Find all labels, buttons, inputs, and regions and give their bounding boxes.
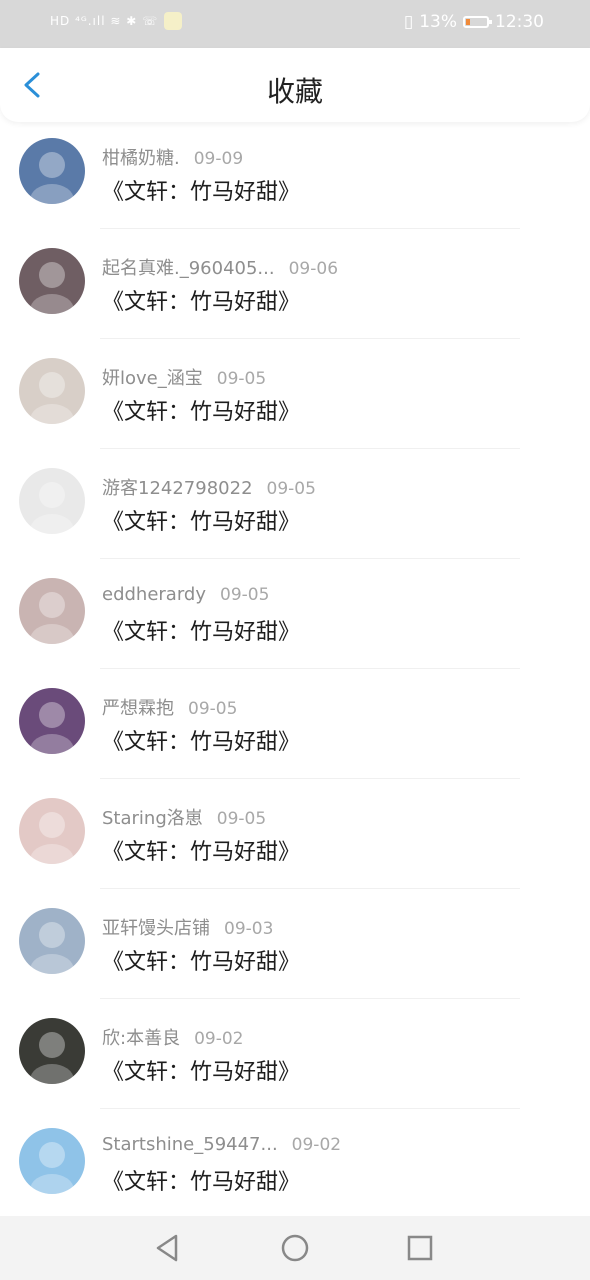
item-date: 09-03 — [224, 919, 274, 939]
user-avatar[interactable] — [19, 578, 85, 644]
user-avatar[interactable] — [19, 358, 85, 424]
user-avatar[interactable] — [19, 468, 85, 534]
item-meta: 游客1242798022 09-05 — [102, 474, 316, 500]
user-avatar[interactable] — [19, 688, 85, 754]
story-title[interactable]: 《文轩：竹马好甜》 — [102, 944, 300, 976]
system-nav-bar — [0, 1216, 590, 1280]
battery-percent: 13% — [419, 12, 457, 32]
item-date: 09-05 — [216, 809, 267, 829]
user-avatar[interactable] — [19, 798, 85, 864]
avatar-image — [19, 578, 85, 644]
nav-home-button[interactable] — [277, 1230, 313, 1266]
user-avatar[interactable] — [19, 138, 85, 204]
item-date: 09-02 — [194, 1029, 244, 1049]
username[interactable]: 欣:本善良 — [102, 1028, 180, 1049]
page-title: 收藏 — [266, 75, 323, 108]
divider — [100, 998, 520, 999]
user-avatar[interactable] — [19, 1018, 85, 1084]
item-date: 09-05 — [216, 369, 267, 389]
item-meta: 起名真难._960405... 09-06 — [102, 254, 338, 280]
username[interactable]: Staring洛崽 — [102, 808, 203, 829]
divider — [100, 888, 520, 889]
story-title[interactable]: 《文轩：竹马好甜》 — [102, 174, 300, 206]
avatar-image — [19, 138, 85, 204]
divider — [100, 778, 520, 779]
signal-icons: HD ⁴ᴳ.ıll ≋ ✱ ☏ — [50, 14, 159, 28]
item-date: 09-02 — [291, 1135, 342, 1155]
clock: 12:30 — [495, 12, 544, 32]
item-date: 09-05 — [266, 479, 316, 499]
list-item[interactable]: 游客1242798022 09-05 《文轩：竹马好甜》 — [0, 458, 590, 568]
avatar-image — [19, 468, 85, 534]
divider — [100, 668, 520, 669]
square-recent-icon — [407, 1235, 433, 1261]
item-meta: 严想霖抱 09-05 — [102, 694, 237, 720]
app-header: 收藏 — [0, 48, 590, 122]
list-item[interactable]: 亚轩馒头店铺 09-03 《文轩：竹马好甜》 — [0, 898, 590, 1008]
avatar-image — [19, 798, 85, 864]
story-title[interactable]: 《文轩：竹马好甜》 — [102, 834, 300, 866]
user-avatar[interactable] — [19, 908, 85, 974]
username[interactable]: 严想霖抱 — [102, 698, 174, 719]
favorites-list: 柑橘奶糖. 09-09 《文轩：竹马好甜》 起名真难._960405... 09-06 《… — [0, 128, 590, 1228]
avatar-image — [19, 1128, 85, 1194]
username[interactable]: 亚轩馒头店铺 — [102, 918, 210, 939]
divider — [100, 558, 520, 559]
item-date: 09-05 — [220, 585, 270, 605]
vibrate-icon: ▯ — [403, 12, 414, 32]
divider — [100, 338, 520, 339]
divider — [100, 228, 520, 229]
item-date: 09-06 — [288, 259, 339, 279]
list-item[interactable]: 起名真难._960405... 09-06 《文轩：竹马好甜》 — [0, 238, 590, 348]
list-item[interactable]: Startshine_59447... 09-02 《文轩：竹马好甜》 — [0, 1118, 590, 1228]
username[interactable]: 游客1242798022 — [102, 478, 253, 499]
avatar-image — [19, 1018, 85, 1084]
username[interactable]: 起名真难._960405... — [102, 258, 275, 279]
divider — [100, 1108, 520, 1109]
username[interactable]: 妍love_涵宝 — [102, 368, 203, 389]
circle-home-icon — [281, 1234, 309, 1262]
list-item[interactable]: 严想霖抱 09-05 《文轩：竹马好甜》 — [0, 678, 590, 788]
item-meta: Staring洛崽 09-05 — [102, 804, 266, 830]
battery-icon — [463, 16, 492, 28]
list-item[interactable]: 妍love_涵宝 09-05 《文轩：竹马好甜》 — [0, 348, 590, 458]
username[interactable]: Startshine_59447... — [102, 1134, 278, 1155]
nav-recent-button[interactable] — [402, 1230, 438, 1266]
avatar-image — [19, 248, 85, 314]
story-title[interactable]: 《文轩：竹马好甜》 — [102, 614, 300, 646]
nav-back-button[interactable] — [150, 1230, 186, 1266]
username[interactable]: eddherardy — [102, 584, 206, 605]
status-right: ▯ 13% 12:30 — [404, 12, 544, 32]
item-meta: 柑橘奶糖. 09-09 — [102, 144, 243, 170]
item-date: 09-09 — [193, 149, 244, 169]
item-meta: 妍love_涵宝 09-05 — [102, 364, 266, 390]
item-meta: Startshine_59447... 09-02 — [102, 1134, 341, 1155]
story-title[interactable]: 《文轩：竹马好甜》 — [102, 724, 300, 756]
avatar-image — [19, 908, 85, 974]
status-bar: HD ⁴ᴳ.ıll ≋ ✱ ☏ ▯ 13% 12:30 — [0, 0, 590, 48]
list-item[interactable]: eddherardy 09-05 《文轩：竹马好甜》 — [0, 568, 590, 678]
avatar-image — [19, 688, 85, 754]
list-item[interactable]: 欣:本善良 09-02 《文轩：竹马好甜》 — [0, 1008, 590, 1118]
avatar-image — [19, 358, 85, 424]
divider — [100, 448, 520, 449]
story-title[interactable]: 《文轩：竹马好甜》 — [102, 1164, 300, 1196]
item-meta: 亚轩馒头店铺 09-03 — [102, 914, 273, 940]
list-item[interactable]: Staring洛崽 09-05 《文轩：竹马好甜》 — [0, 788, 590, 898]
status-icons: HD ⁴ᴳ.ıll ≋ ✱ ☏ — [50, 12, 183, 30]
user-avatar[interactable] — [19, 1128, 85, 1194]
story-title[interactable]: 《文轩：竹马好甜》 — [102, 1054, 300, 1086]
item-meta: eddherardy 09-05 — [102, 584, 269, 605]
triangle-back-icon — [156, 1234, 178, 1262]
story-title[interactable]: 《文轩：竹马好甜》 — [102, 394, 300, 426]
user-avatar[interactable] — [19, 248, 85, 314]
item-meta: 欣:本善良 09-02 — [102, 1024, 243, 1050]
list-item[interactable]: 柑橘奶糖. 09-09 《文轩：竹马好甜》 — [0, 128, 590, 238]
story-title[interactable]: 《文轩：竹马好甜》 — [102, 284, 300, 316]
story-title[interactable]: 《文轩：竹马好甜》 — [102, 504, 300, 536]
app-notification-icon — [164, 12, 183, 30]
item-date: 09-05 — [188, 699, 238, 719]
username[interactable]: 柑橘奶糖. — [102, 148, 180, 169]
